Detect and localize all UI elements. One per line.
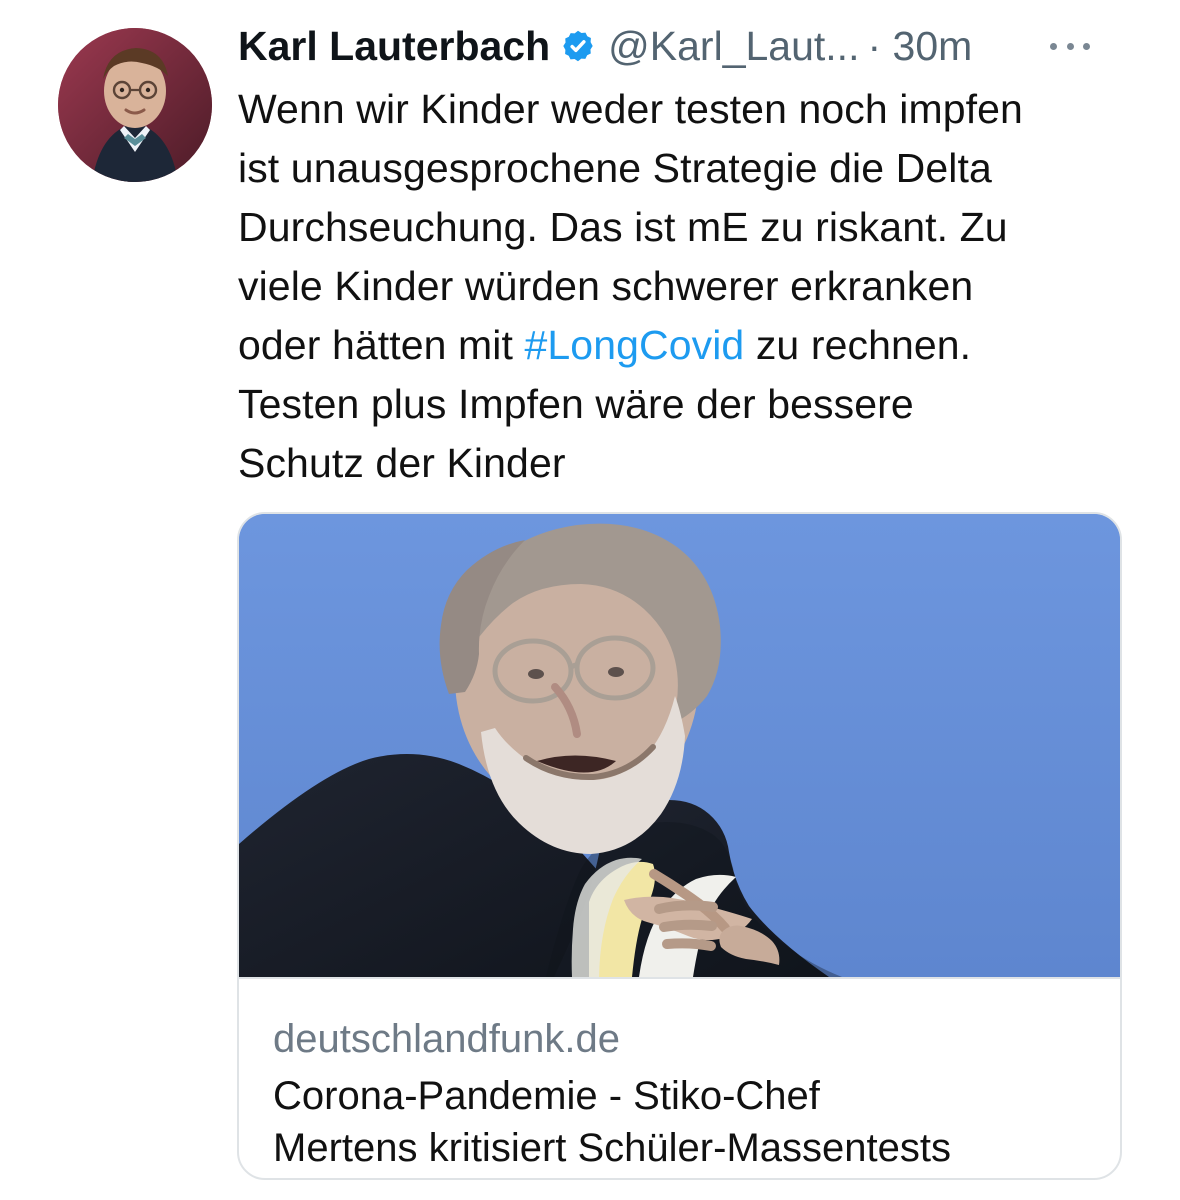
card-divider bbox=[239, 977, 1120, 979]
tweet-line-3: Durchseuchung. Das ist mE zu riskant. Zu bbox=[238, 204, 1008, 250]
tweet-line-5-after: zu rechnen. bbox=[744, 322, 972, 368]
link-preview-card[interactable]: deutschlandfunk.de Corona-Pandemie - Sti… bbox=[237, 512, 1122, 1180]
author-avatar[interactable] bbox=[58, 28, 212, 182]
tweet-line-7: Schutz der Kinder bbox=[238, 440, 566, 486]
author-name[interactable]: Karl Lauterbach bbox=[238, 20, 550, 72]
more-dot-2 bbox=[1066, 42, 1074, 50]
author-handle[interactable]: @Karl_Laut... bbox=[608, 20, 859, 72]
tweet-line-5: oder hätten mit #LongCovid zu rechnen. bbox=[238, 316, 1138, 375]
avatar-image bbox=[58, 28, 212, 182]
tweet-line-4: viele Kinder würden schwerer erkranken bbox=[238, 263, 974, 309]
card-title[interactable]: Corona-Pandemie - Stiko-Chef Mertens kri… bbox=[273, 1070, 1093, 1174]
tweet-line-5-before: oder hätten mit bbox=[238, 322, 525, 368]
more-dot-1 bbox=[1050, 42, 1057, 50]
tweet-text: Wenn wir Kinder weder testen noch impfen… bbox=[238, 80, 1138, 493]
tweet-container: Karl Lauterbach @Karl_Laut... · 30m Wenn… bbox=[0, 0, 1180, 1200]
article-photo[interactable] bbox=[239, 514, 1120, 977]
card-title-line-2: Mertens kritisiert Schüler-Massentests bbox=[273, 1126, 951, 1170]
tweet-timestamp[interactable]: · 30m bbox=[867, 20, 972, 72]
tweet-line-1: Wenn wir Kinder weder testen noch impfen bbox=[238, 86, 1023, 132]
card-domain[interactable]: deutschlandfunk.de bbox=[273, 1014, 620, 1064]
tweet-header: Karl Lauterbach @Karl_Laut... · 30m bbox=[238, 20, 1138, 72]
more-dot-3 bbox=[1083, 42, 1090, 50]
more-options-icon[interactable] bbox=[1044, 20, 1096, 72]
verified-badge-icon bbox=[560, 28, 596, 64]
tweet-line-2: ist unausgesprochene Strategie die Delta bbox=[238, 145, 992, 191]
card-title-line-1: Corona-Pandemie - Stiko-Chef bbox=[273, 1074, 820, 1118]
hashtag-link[interactable]: #LongCovid bbox=[524, 322, 744, 368]
tweet-line-6: Testen plus Impfen wäre der bessere bbox=[238, 381, 914, 427]
